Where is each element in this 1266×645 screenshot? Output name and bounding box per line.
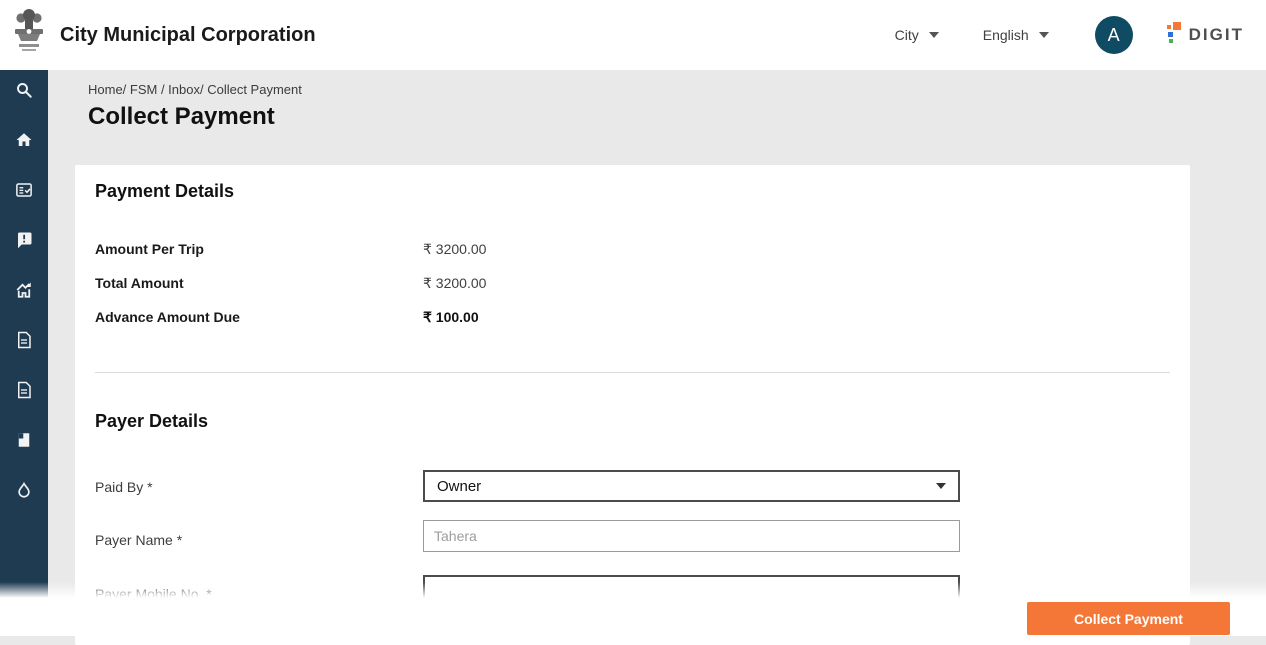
language-dropdown[interactable]: English [983,27,1049,43]
table-row: Advance Amount Due ₹ 100.00 [95,300,1170,334]
chevron-down-icon [929,32,939,38]
bottom-action-bar: Collect Payment [0,598,1266,636]
payer-details-heading: Payer Details [95,411,208,432]
total-amount-label: Total Amount [95,275,423,291]
paid-by-label: Paid By * [95,479,153,495]
feedback-icon[interactable] [15,231,33,249]
payer-name-label: Payer Name * [95,532,182,548]
avatar-initial: A [1108,25,1120,46]
brand-area: City Municipal Corporation [12,7,316,64]
section-divider [95,372,1170,373]
digit-logo-text: DIGIT [1189,25,1244,45]
collect-payment-card: Payment Details Amount Per Trip ₹ 3200.0… [75,165,1190,645]
digit-logo: DIGIT [1167,22,1244,49]
city-dropdown-label: City [895,27,919,43]
user-avatar[interactable]: A [1095,16,1133,54]
payment-details-rows: Amount Per Trip ₹ 3200.00 Total Amount ₹… [95,232,1170,334]
water-drop-icon[interactable] [15,481,33,499]
digit-logo-mark-icon [1167,22,1183,49]
national-emblem-logo [12,7,46,64]
city-dropdown[interactable]: City [895,27,939,43]
paid-by-selected-value: Owner [437,478,481,495]
language-dropdown-label: English [983,27,1029,43]
document-icon-2[interactable] [15,381,33,399]
amount-per-trip-label: Amount Per Trip [95,241,423,257]
search-icon[interactable] [15,81,33,99]
paid-by-select[interactable]: Owner [423,470,960,502]
app-title: City Municipal Corporation [60,24,316,47]
document-icon[interactable] [15,331,33,349]
top-header: City Municipal Corporation City English … [0,0,1266,70]
main-content: Home/ FSM / Inbox/ Collect Payment Colle… [48,70,1266,636]
fact-check-icon[interactable] [15,181,33,199]
advance-amount-due-value: ₹ 100.00 [423,309,479,326]
home-icon[interactable] [15,131,33,149]
chevron-down-icon [936,483,946,489]
page-title: Collect Payment [88,103,275,131]
payer-name-input[interactable] [423,520,960,552]
advance-amount-due-label: Advance Amount Due [95,309,423,325]
table-row: Total Amount ₹ 3200.00 [95,266,1170,300]
breadcrumb[interactable]: Home/ FSM / Inbox/ Collect Payment [88,82,302,97]
amount-per-trip-value: ₹ 3200.00 [423,241,486,258]
left-sidebar [0,70,48,598]
collection-icon[interactable] [15,431,33,449]
property-trend-icon[interactable] [15,281,33,299]
chevron-down-icon [1039,32,1049,38]
payment-details-heading: Payment Details [95,181,234,202]
collect-payment-button[interactable]: Collect Payment [1027,602,1230,635]
table-row: Amount Per Trip ₹ 3200.00 [95,232,1170,266]
header-controls: City English A DIGIT [895,16,1244,54]
total-amount-value: ₹ 3200.00 [423,275,486,292]
